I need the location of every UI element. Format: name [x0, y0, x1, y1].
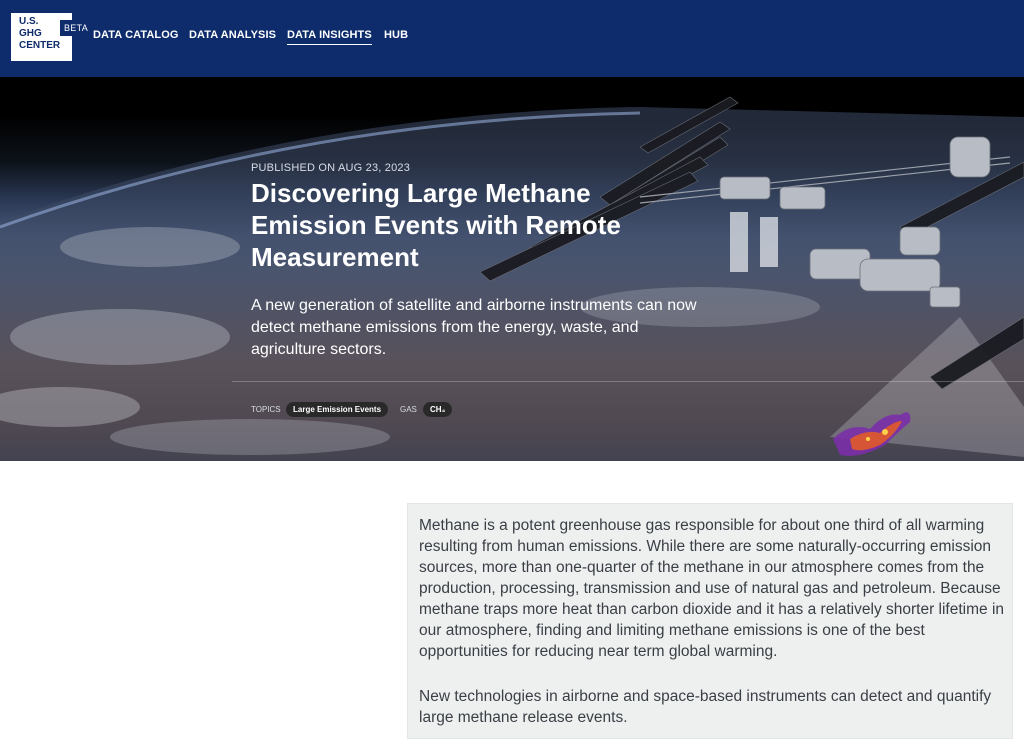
ghg-center-logo[interactable]: U.S. GHG CENTER BETA: [11, 13, 92, 61]
nav-data-catalog[interactable]: DATA CATALOG: [93, 29, 179, 41]
logo-line: CENTER: [19, 40, 61, 51]
gas-label: GAS: [400, 405, 417, 414]
gas-tag[interactable]: CH₄: [423, 402, 453, 417]
nav-data-analysis[interactable]: DATA ANALYSIS: [189, 29, 276, 41]
topic-tag[interactable]: Large Emission Events: [286, 402, 389, 417]
intro-paragraph: New technologies in airborne and space-b…: [419, 688, 992, 726]
topics-label: TOPICS: [251, 405, 281, 414]
intro-callout: Methane is a potent greenhouse gas respo…: [407, 503, 1013, 739]
nav-hub[interactable]: HUB: [384, 29, 408, 41]
page-subtitle: A new generation of satellite and airbor…: [251, 297, 697, 358]
site-header: U.S. GHG CENTER BETA DATA CATALOG DATA A…: [0, 0, 1024, 77]
logo-text: U.S. GHG CENTER: [19, 16, 60, 52]
nav-data-insights[interactable]: DATA INSIGHTS: [287, 29, 372, 45]
hero-banner: PUBLISHED ON AUG 23, 2023 Discovering La…: [0, 77, 1024, 461]
published-date: PUBLISHED ON AUG 23, 2023: [251, 162, 411, 174]
logo-line: GHG: [19, 28, 42, 39]
hero-divider: [232, 381, 1024, 382]
page-title: Discovering Large Methane Emission Event…: [251, 178, 621, 272]
logo-line: U.S.: [19, 16, 39, 27]
intro-paragraph: Methane is a potent greenhouse gas respo…: [419, 517, 1005, 660]
beta-badge: BETA: [60, 20, 92, 36]
